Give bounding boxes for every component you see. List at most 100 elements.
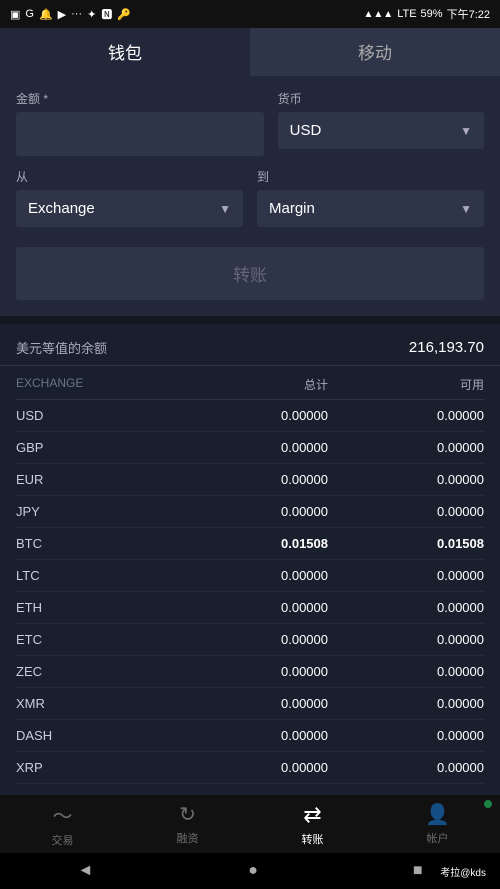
cell-name-2: EUR — [16, 472, 172, 487]
form-section: 金额 * 货币 USD ▼ 从 Exchange ▼ 到 Margin ▼ — [0, 76, 500, 316]
table-rows: USD 0.00000 0.00000 GBP 0.00000 0.00000 … — [16, 400, 484, 784]
status-icon-6: ✦ — [87, 8, 96, 21]
cell-total-2: 0.00000 — [172, 472, 328, 487]
cell-total-4: 0.01508 — [172, 536, 328, 551]
home-button[interactable]: ● — [248, 862, 258, 880]
from-select[interactable]: Exchange ▼ — [16, 190, 243, 227]
cell-total-0: 0.00000 — [172, 408, 328, 423]
cell-total-3: 0.00000 — [172, 504, 328, 519]
avail-header: 可用 — [328, 376, 484, 393]
status-icon-7: 🅽 — [101, 6, 112, 22]
cell-avail-6: 0.00000 — [328, 600, 484, 615]
to-select[interactable]: Margin ▼ — [257, 190, 484, 227]
cell-total-11: 0.00000 — [172, 760, 328, 775]
tab-move-label: 移动 — [358, 39, 392, 64]
cell-name-7: ETC — [16, 632, 172, 647]
from-value: Exchange — [28, 200, 95, 217]
tab-wallet-label: 钱包 — [108, 39, 142, 64]
signal-indicator: ▲▲▲ — [363, 9, 393, 20]
cell-name-9: XMR — [16, 696, 172, 711]
cell-name-1: GBP — [16, 440, 172, 455]
trade-icon: 〜 — [53, 800, 73, 829]
cell-total-7: 0.00000 — [172, 632, 328, 647]
from-arrow-icon: ▼ — [219, 202, 231, 216]
to-value: Margin — [269, 200, 315, 217]
cell-avail-5: 0.00000 — [328, 568, 484, 583]
status-left: ▣ G 🔔 ▶ ··· ✦ 🅽 🔑 — [10, 6, 131, 22]
status-icon-3: 🔔 — [39, 8, 53, 21]
section-divider — [0, 316, 500, 324]
to-label: 到 — [257, 168, 484, 185]
currency-label: 货币 — [278, 90, 484, 107]
balance-label: 美元等值的余额 — [16, 338, 107, 357]
table-row: ETH 0.00000 0.00000 — [16, 592, 484, 624]
recents-button[interactable]: ■ — [413, 862, 423, 880]
nav-account[interactable]: 👤 帐户 — [375, 802, 500, 846]
nav-transfer[interactable]: ⇄ 转账 — [250, 802, 375, 847]
cell-avail-10: 0.00000 — [328, 728, 484, 743]
status-icon-4: ▶ — [58, 8, 66, 21]
table-row: DASH 0.00000 0.00000 — [16, 720, 484, 752]
cell-avail-7: 0.00000 — [328, 632, 484, 647]
cell-name-6: ETH — [16, 600, 172, 615]
currency-arrow-icon: ▼ — [460, 124, 472, 138]
back-button[interactable]: ◄ — [77, 862, 93, 880]
currency-value: USD — [290, 122, 322, 139]
battery-level: 59% — [421, 8, 443, 20]
lte-label: LTE — [397, 8, 416, 20]
table-row: XMR 0.00000 0.00000 — [16, 688, 484, 720]
exchange-header: EXCHANGE — [16, 376, 172, 393]
account-online-dot — [484, 800, 492, 808]
cell-total-9: 0.00000 — [172, 696, 328, 711]
trade-label: 交易 — [52, 832, 74, 848]
cell-name-0: USD — [16, 408, 172, 423]
amount-input[interactable] — [16, 112, 264, 156]
top-tabs: 钱包 移动 — [0, 28, 500, 76]
table-row: EUR 0.00000 0.00000 — [16, 464, 484, 496]
fund-icon: ↻ — [179, 802, 196, 827]
table-row: ZEC 0.00000 0.00000 — [16, 656, 484, 688]
cell-avail-3: 0.00000 — [328, 504, 484, 519]
nav-fund[interactable]: ↻ 融资 — [125, 802, 250, 846]
cell-name-10: DASH — [16, 728, 172, 743]
currency-select[interactable]: USD ▼ — [278, 112, 484, 149]
status-icon-8: 🔑 — [117, 8, 131, 21]
cell-total-1: 0.00000 — [172, 440, 328, 455]
table-section: EXCHANGE 总计 可用 USD 0.00000 0.00000 GBP 0… — [0, 366, 500, 784]
cell-total-10: 0.00000 — [172, 728, 328, 743]
table-row: LTC 0.00000 0.00000 — [16, 560, 484, 592]
cell-name-8: ZEC — [16, 664, 172, 679]
cell-name-3: JPY — [16, 504, 172, 519]
nav-trade[interactable]: 〜 交易 — [0, 800, 125, 848]
to-arrow-icon: ▼ — [460, 202, 472, 216]
from-group: 从 Exchange ▼ — [16, 168, 243, 227]
cell-name-11: XRP — [16, 760, 172, 775]
tab-wallet[interactable]: 钱包 — [0, 28, 250, 76]
transfer-label: 转账 — [302, 831, 324, 847]
cell-avail-8: 0.00000 — [328, 664, 484, 679]
transfer-nav-icon: ⇄ — [303, 802, 321, 828]
table-header: EXCHANGE 总计 可用 — [16, 366, 484, 400]
cell-avail-4: 0.01508 — [328, 536, 484, 551]
cell-total-5: 0.00000 — [172, 568, 328, 583]
table-row: JPY 0.00000 0.00000 — [16, 496, 484, 528]
status-icon-5: ··· — [71, 8, 82, 20]
fund-label: 融资 — [177, 830, 199, 846]
watermark: 考拉@kds — [440, 864, 486, 879]
cell-total-8: 0.00000 — [172, 664, 328, 679]
table-row: BTC 0.01508 0.01508 — [16, 528, 484, 560]
to-group: 到 Margin ▼ — [257, 168, 484, 227]
account-icon: 👤 — [425, 802, 450, 827]
tab-move[interactable]: 移动 — [250, 28, 500, 76]
cell-total-6: 0.00000 — [172, 600, 328, 615]
table-row: USD 0.00000 0.00000 — [16, 400, 484, 432]
status-icon-1: ▣ — [10, 8, 20, 21]
status-icon-2: G — [25, 8, 34, 20]
from-label: 从 — [16, 168, 243, 185]
table-row: GBP 0.00000 0.00000 — [16, 432, 484, 464]
bottom-nav: 〜 交易 ↻ 融资 ⇄ 转账 👤 帐户 — [0, 795, 500, 853]
status-bar: ▣ G 🔔 ▶ ··· ✦ 🅽 🔑 ▲▲▲ LTE 59% 下午7:22 — [0, 0, 500, 28]
cell-avail-11: 0.00000 — [328, 760, 484, 775]
status-right: ▲▲▲ LTE 59% 下午7:22 — [363, 6, 490, 22]
transfer-button[interactable]: 转账 — [16, 247, 484, 300]
